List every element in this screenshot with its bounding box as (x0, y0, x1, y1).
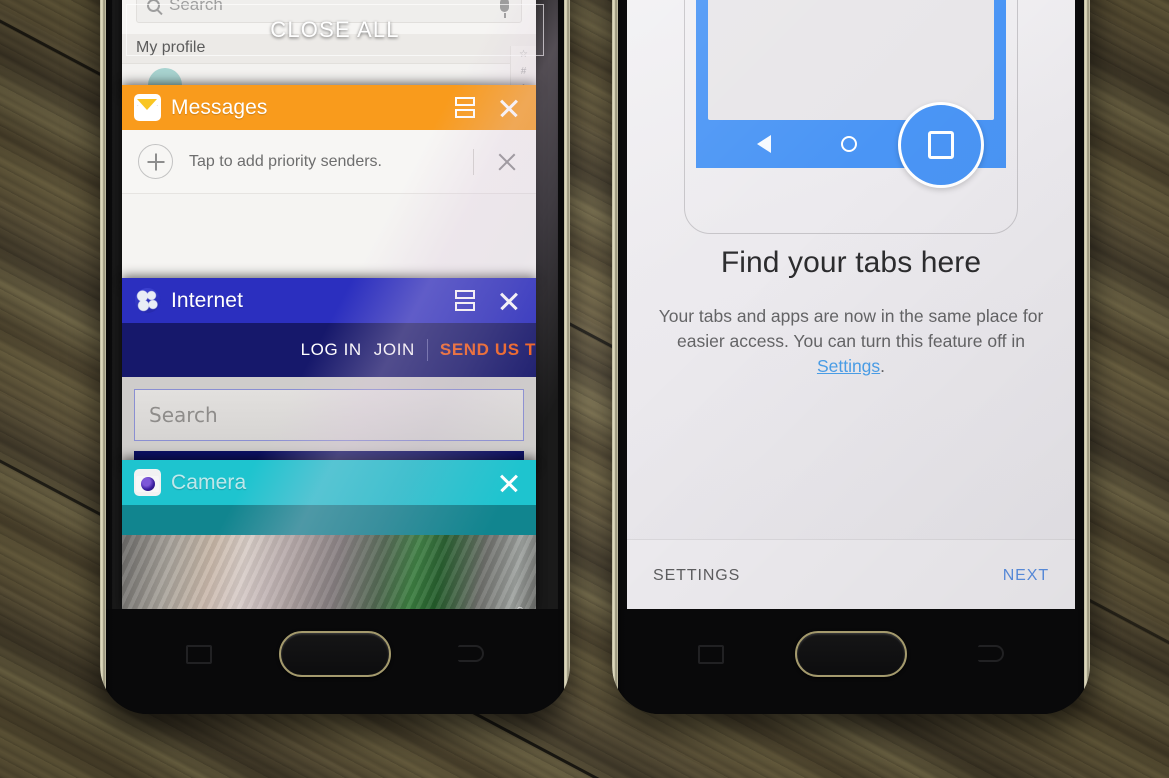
capacitive-back-key[interactable] (458, 645, 484, 662)
scene-photo: Contacts Search My profile ☆ # (0, 0, 1169, 778)
home-circle-icon (841, 136, 858, 152)
close-icon (498, 290, 520, 312)
phone-metal-rim (612, 0, 618, 714)
wood-plank-seam (0, 740, 1169, 778)
priority-senders-row[interactable]: Tap to add priority senders. (122, 130, 536, 194)
plus-icon[interactable] (138, 144, 173, 179)
onboarding-footer: SETTINGS NEXT (627, 539, 1075, 611)
next-button[interactable]: NEXT (1003, 567, 1049, 585)
capacitive-back-key[interactable] (978, 645, 1004, 662)
close-all-button[interactable]: CLOSE ALL (126, 4, 544, 56)
close-card-camera-button[interactable] (492, 466, 526, 500)
home-button[interactable] (795, 631, 907, 677)
dismiss-priority-button[interactable] (490, 145, 524, 179)
mock-tab-list: Website (708, 0, 994, 120)
left-phone-screen: Contacts Search My profile ☆ # (112, 0, 558, 609)
split-screen-internet-button[interactable] (448, 284, 482, 318)
recents-card-messages[interactable]: Messages Tap to add priority senders. (122, 85, 536, 283)
recents-card-internet[interactable]: Internet LOG IN JOIN SEND US T Search (122, 278, 536, 466)
login-link[interactable]: LOG IN (301, 340, 362, 360)
capacitive-recents-key[interactable] (186, 645, 212, 664)
globe-icon (134, 287, 161, 314)
split-screen-icon (455, 97, 475, 118)
webpage-body: Search (122, 377, 536, 466)
onboarding-body-part2: . (880, 356, 886, 376)
close-icon (498, 97, 520, 119)
onboarding-body: Your tabs and apps are now in the same p… (657, 304, 1045, 379)
index-hash[interactable]: # (521, 67, 527, 77)
capacitive-recents-key[interactable] (698, 645, 724, 664)
recents-card-camera[interactable]: Camera NO HOLD (122, 460, 536, 609)
card-title-internet: Internet (171, 288, 244, 312)
close-icon (496, 151, 518, 173)
home-button[interactable] (279, 631, 391, 677)
close-card-messages-button[interactable] (492, 91, 526, 125)
send-us-link[interactable]: SEND US T (440, 340, 536, 360)
camera-preview-photo (122, 535, 536, 609)
recents-square-icon (928, 131, 954, 159)
card-header-messages: Messages (122, 85, 536, 130)
left-phone-device: Contacts Search My profile ☆ # (100, 0, 570, 714)
settings-link[interactable]: Settings (817, 356, 880, 376)
onboarding-illustration: Website (627, 0, 1075, 234)
split-screen-messages-button[interactable] (448, 91, 482, 125)
left-phone-bottom-bezel (100, 609, 570, 714)
card-header-camera: Camera (122, 460, 536, 505)
card-title-camera: Camera (171, 470, 247, 494)
priority-senders-label: Tap to add priority senders. (189, 152, 382, 170)
webpage-search-input[interactable]: Search (134, 389, 524, 441)
right-phone-device: Website Find your tabs here Your tabs an (612, 0, 1090, 714)
divider (473, 148, 474, 175)
recents-highlight-badge (898, 102, 984, 188)
envelope-icon (134, 94, 161, 121)
close-card-internet-button[interactable] (492, 284, 526, 318)
back-triangle-icon (757, 135, 772, 153)
mock-phone-screen: Website (696, 0, 1006, 188)
camera-overlay-band (122, 505, 536, 535)
onboarding-title: Find your tabs here (720, 246, 982, 279)
card-title-messages: Messages (171, 95, 268, 119)
phone-metal-rim (100, 0, 106, 714)
messages-card-body: Tap to add priority senders. (122, 130, 536, 283)
camera-icon (134, 469, 161, 496)
divider (426, 339, 428, 361)
phone-metal-rim (1084, 0, 1090, 714)
phone-metal-rim (564, 0, 570, 714)
settings-button[interactable]: SETTINGS (653, 567, 740, 585)
webpage-nav-links: LOG IN JOIN SEND US T (122, 323, 536, 377)
onboarding-text-block: Find your tabs here Your tabs and apps a… (627, 224, 1075, 539)
split-screen-icon (455, 290, 475, 311)
card-header-internet: Internet (122, 278, 536, 323)
onboarding-body-part1: Your tabs and apps are now in the same p… (658, 306, 1044, 351)
right-phone-screen: Website Find your tabs here Your tabs an (627, 0, 1075, 611)
close-icon (498, 472, 520, 494)
join-link[interactable]: JOIN (374, 340, 415, 360)
right-phone-bottom-bezel (612, 609, 1090, 714)
